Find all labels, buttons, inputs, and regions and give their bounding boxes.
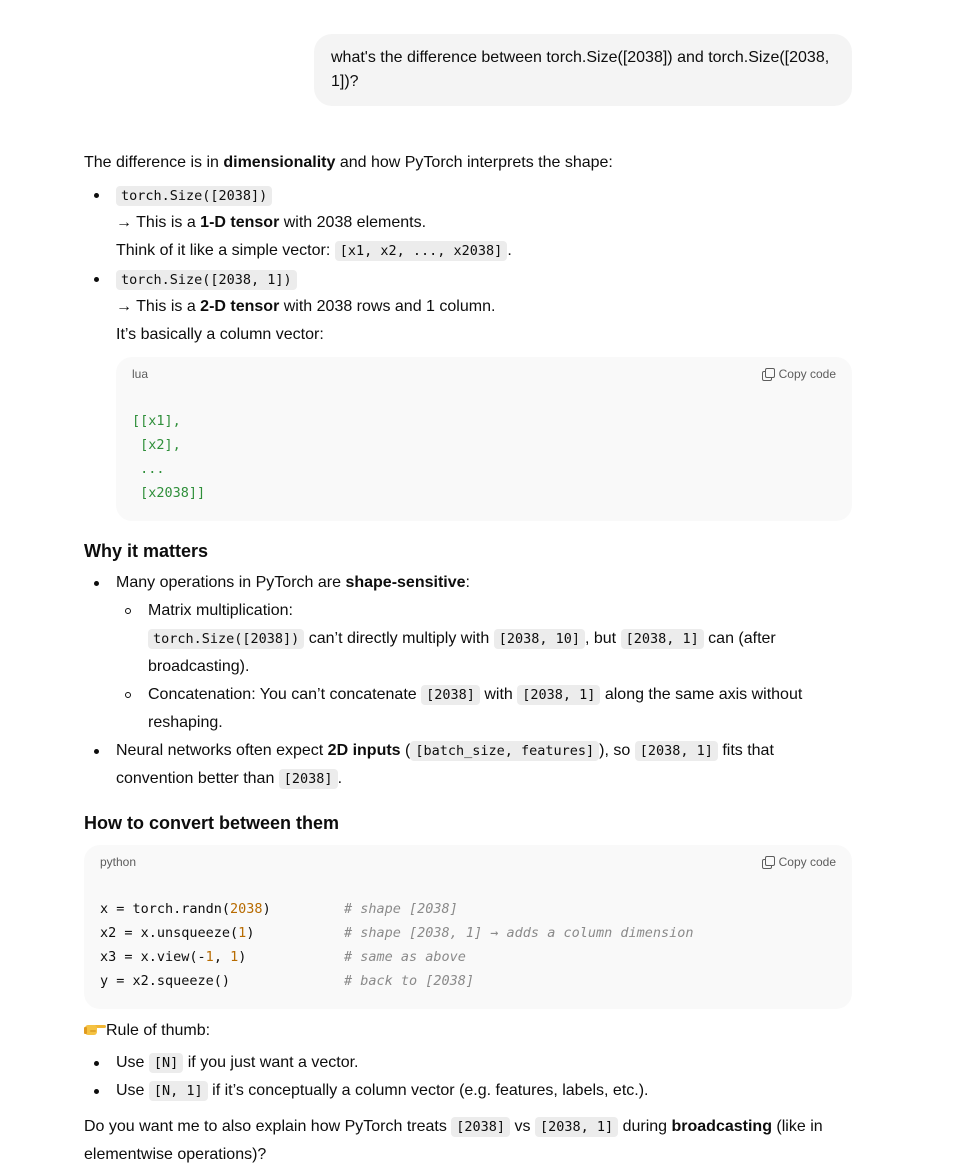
- bullet: [94, 1061, 99, 1066]
- why-sub2-line2: reshaping.: [148, 714, 223, 731]
- bullet: [94, 1089, 99, 1094]
- copy-icon: [761, 856, 775, 869]
- why-sub1-title: Matrix multiplication:: [148, 602, 293, 619]
- code-comments: # shape [2038] # shape [2038, 1] → adds …: [344, 901, 694, 989]
- item1-code: torch.Size([2038]): [116, 182, 273, 210]
- heading-how-to-convert: How to convert between them: [84, 813, 340, 833]
- copy-code-button[interactable]: Copy code: [761, 855, 836, 869]
- why-sub2-line1: Concatenation: You can’t concatenate [20…: [148, 685, 803, 705]
- copy-code-button[interactable]: Copy code: [761, 367, 836, 381]
- sub-bullet: [125, 692, 131, 698]
- item2-line1: → This is a 2-D tensor with 2038 rows an…: [116, 298, 496, 315]
- why-bullet2-line2: convention better than [2038].: [116, 769, 343, 789]
- bullet: [94, 277, 99, 282]
- closing-line2: elementwise operations)?: [84, 1146, 267, 1163]
- pointing-hand-icon: [84, 1018, 106, 1035]
- user-message-text: what's the difference between torch.Size…: [331, 49, 830, 90]
- code-block-python: python Copy code x = torch.randn(2038) x…: [84, 845, 852, 1009]
- rule-item2: Use [N, 1] if it’s conceptually a column…: [116, 1081, 649, 1101]
- copy-icon: [761, 368, 775, 381]
- bullet: [94, 193, 99, 198]
- rule-of-thumb-title: Rule of thumb:: [84, 1017, 210, 1045]
- sub-bullet: [125, 608, 131, 614]
- rule-item1: Use [N] if you just want a vector.: [116, 1053, 359, 1073]
- code-block-lua: lua Copy code [[x1], [x2], ... [x2038]]: [116, 357, 852, 521]
- item1-line2: Think of it like a simple vector: [x1, x…: [116, 241, 512, 261]
- why-sub1-line2: broadcasting).: [148, 658, 250, 675]
- why-bullet2-line1: Neural networks often expect 2D inputs (…: [116, 741, 774, 761]
- item2-line2: It’s basically a column vector:: [116, 326, 324, 343]
- code-content: x = torch.randn(2038) x2 = x.unsqueeze(1…: [100, 901, 271, 989]
- code-content: [[x1], [x2], ... [x2038]]: [132, 413, 206, 501]
- user-message-bubble: what's the difference between torch.Size…: [314, 34, 852, 106]
- item1-line1: → This is a 1-D tensor with 2038 element…: [116, 214, 427, 231]
- intro-text: The difference is in dimensionality and …: [84, 154, 613, 171]
- closing-line1: Do you want me to also explain how PyTor…: [84, 1117, 823, 1137]
- bullet: [94, 581, 99, 586]
- item2-code: torch.Size([2038, 1]): [116, 266, 297, 294]
- code-language-label: python: [100, 855, 137, 869]
- why-sub1-line1: torch.Size([2038]) can’t directly multip…: [148, 625, 776, 653]
- bullet: [94, 749, 99, 754]
- why-bullet1: Many operations in PyTorch are shape-sen…: [116, 574, 470, 591]
- code-language-label: lua: [132, 367, 149, 381]
- heading-why-it-matters: Why it matters: [84, 541, 209, 561]
